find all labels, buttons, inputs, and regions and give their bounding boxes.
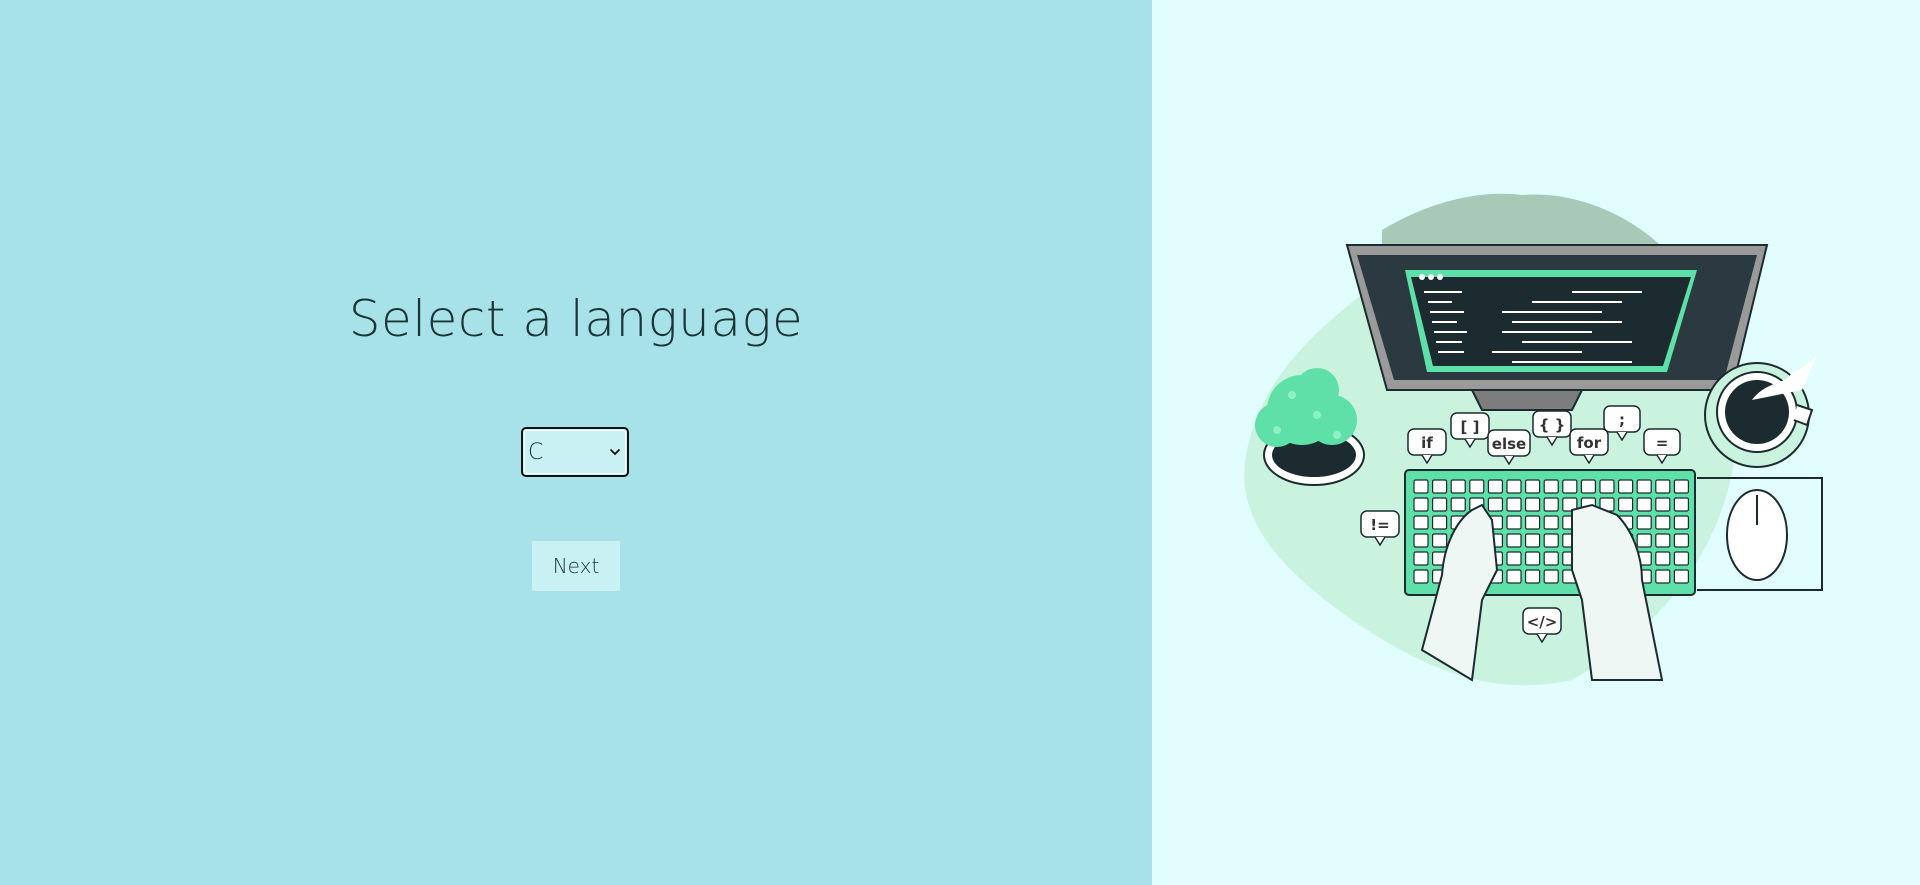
keyboard-key — [1543, 515, 1559, 530]
keyboard-key — [1450, 479, 1466, 494]
keyboard-key — [1413, 515, 1429, 530]
keyboard-key — [1525, 515, 1541, 530]
keyboard-key — [1562, 479, 1578, 494]
keyboard-key — [1636, 479, 1652, 494]
keyboard-key — [1636, 533, 1652, 548]
keyword-label: else — [1492, 435, 1526, 453]
keyboard-key — [1543, 569, 1559, 584]
next-button[interactable]: Next — [532, 541, 620, 591]
keyboard-key — [1413, 551, 1429, 566]
keyword-label: </> — [1527, 613, 1558, 631]
keyboard-key — [1506, 515, 1522, 530]
keyboard-key — [1432, 479, 1448, 494]
keyboard-key — [1655, 515, 1671, 530]
keyboard-key — [1413, 533, 1429, 548]
keyboard-key — [1599, 479, 1615, 494]
keyboard-key — [1469, 479, 1485, 494]
keyboard-key — [1618, 497, 1634, 512]
keyboard-key — [1673, 533, 1690, 548]
language-form-panel: Select a language C Next — [0, 0, 1152, 885]
keyboard-key — [1543, 479, 1559, 494]
keyboard-key — [1525, 533, 1541, 548]
keyboard-key — [1673, 479, 1690, 494]
keyboard-key — [1673, 497, 1690, 512]
keyboard-key — [1432, 515, 1448, 530]
language-select-wrapper: C — [521, 427, 629, 477]
keyboard-key — [1673, 569, 1690, 584]
keyboard-key — [1580, 479, 1596, 494]
keyword-label: { } — [1539, 416, 1566, 434]
keyboard-key — [1655, 497, 1671, 512]
keyboard-key — [1655, 479, 1671, 494]
keyboard-key — [1450, 497, 1466, 512]
keyboard-key — [1543, 551, 1559, 566]
keyword-label: = — [1656, 434, 1669, 452]
keyboard-key — [1655, 533, 1671, 548]
keyword-label: for — [1577, 434, 1602, 452]
keyword-label: if — [1421, 434, 1433, 452]
keyboard-key — [1487, 479, 1503, 494]
monitor-icon — [1345, 244, 1769, 411]
keyboard-key — [1432, 533, 1448, 548]
keyboard-key — [1525, 569, 1541, 584]
keyboard-key — [1673, 515, 1690, 530]
keyword-label: != — [1370, 516, 1389, 534]
programmer-illustration: if [ ] else { } for; = != </> — [1244, 193, 1823, 686]
keyboard-key — [1506, 497, 1522, 512]
keyboard-key — [1636, 515, 1652, 530]
keyboard-key — [1506, 479, 1522, 494]
keyboard-key — [1673, 551, 1690, 566]
keyboard-key — [1487, 497, 1503, 512]
keyboard-key — [1525, 479, 1541, 494]
keyboard-key — [1413, 569, 1429, 584]
keyboard-key — [1432, 497, 1448, 512]
keyboard-key — [1655, 551, 1671, 566]
illustration-panel: if [ ] else { } for; = != </> — [1152, 0, 1920, 885]
keyboard-key — [1525, 551, 1541, 566]
keyword-label: [ ] — [1461, 418, 1480, 436]
keyboard-key — [1543, 497, 1559, 512]
keyboard-key — [1506, 533, 1522, 548]
language-select[interactable]: C — [523, 429, 627, 475]
keyboard-key — [1506, 551, 1522, 566]
keyboard-key — [1655, 569, 1671, 584]
page-title: Select a language — [348, 290, 804, 348]
keyboard-key — [1525, 497, 1541, 512]
keyword-label: ; — [1619, 411, 1625, 429]
keyboard-key — [1636, 497, 1652, 512]
keyboard-key — [1413, 479, 1429, 494]
keyboard-key — [1413, 497, 1429, 512]
keyboard-key — [1618, 479, 1634, 494]
keyboard-key — [1506, 569, 1522, 584]
page: Select a language C Next if [] else {}… — [0, 0, 1920, 885]
keyboard-key — [1543, 533, 1559, 548]
